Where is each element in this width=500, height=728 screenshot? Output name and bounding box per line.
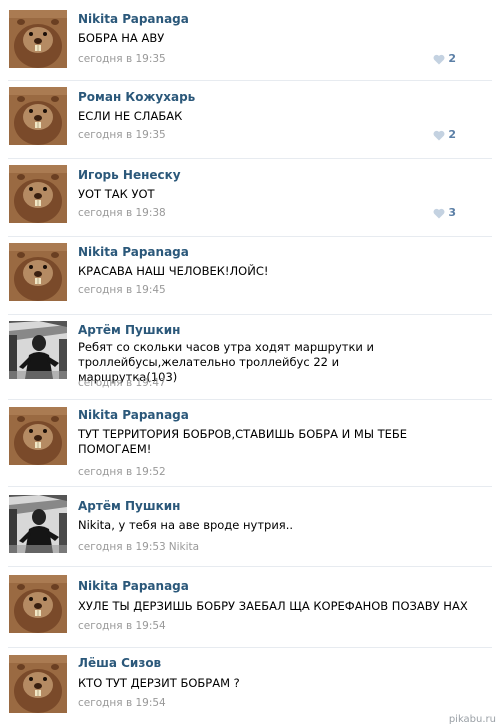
- bw-photo-avatar[interactable]: [9, 321, 67, 379]
- comment-text: Nikita, у тебя на аве вроде нутрия..: [78, 518, 294, 532]
- comment-text: БОБРА НА АВУ: [78, 31, 165, 45]
- comment-text: ТУТ ТЕРРИТОРИЯ БОБРОВ,СТАВИШЬ БОБРА И МЫ…: [78, 427, 408, 456]
- comment-time[interactable]: сегодня в 19:47: [78, 377, 166, 389]
- comment-timestamp[interactable]: сегодня в 19:53 Nikita: [78, 541, 199, 553]
- comment-item: Артём Пушкин Ребят со скольки часов утра…: [0, 315, 500, 399]
- comment-text: ХУЛЕ ТЫ ДЕРЗИШЬ БОБРУ ЗАЕБАЛ ЩА КОРЕФАНО…: [78, 599, 468, 613]
- comment-author[interactable]: Nikita Papanaga: [78, 408, 189, 422]
- comment-time[interactable]: сегодня в 19:53: [78, 541, 166, 553]
- beaver-avatar[interactable]: [9, 87, 67, 145]
- watermark: pikabu.ru: [448, 714, 496, 725]
- comment-author[interactable]: Артём Пушкин: [78, 499, 180, 513]
- comment-timestamp[interactable]: сегодня в 19:54: [78, 620, 166, 632]
- comment-author[interactable]: Игорь Ненеску: [78, 168, 181, 182]
- comment-text: УОТ ТАК УОТ: [78, 187, 155, 201]
- reply-to-link[interactable]: Nikita: [169, 541, 199, 553]
- beaver-avatar[interactable]: [9, 243, 67, 301]
- comment-item: Роман Кожухарь ЕСЛИ НЕ СЛАБАК сегодня в …: [0, 81, 500, 158]
- comment-timestamp[interactable]: сегодня в 19:45: [78, 284, 166, 296]
- comment-item: Лёша Сизов КТО ТУТ ДЕРЗИТ БОБРАМ ? сегод…: [0, 648, 500, 728]
- comment-time[interactable]: сегодня в 19:54: [78, 697, 166, 709]
- comment-time[interactable]: сегодня в 19:38: [78, 207, 166, 219]
- comment-timestamp[interactable]: сегодня в 19:38: [78, 207, 166, 219]
- comment-item: Артём Пушкин Nikita, у тебя на аве вроде…: [0, 487, 500, 566]
- comment-timestamp[interactable]: сегодня в 19:52: [78, 466, 166, 478]
- like-count: 2: [448, 128, 456, 141]
- comment-time[interactable]: сегодня в 19:45: [78, 284, 166, 296]
- like-button[interactable]: 3: [433, 206, 456, 219]
- comment-author[interactable]: Nikita Papanaga: [78, 579, 189, 593]
- comment-item: Nikita Papanaga ТУТ ТЕРРИТОРИЯ БОБРОВ,СТ…: [0, 400, 500, 486]
- bw-photo-avatar[interactable]: [9, 495, 67, 553]
- comment-timestamp[interactable]: сегодня в 19:54: [78, 697, 166, 709]
- like-count: 2: [448, 52, 456, 65]
- comment-time[interactable]: сегодня в 19:52: [78, 466, 166, 478]
- heart-icon: [433, 130, 445, 140]
- comment-author[interactable]: Артём Пушкин: [78, 323, 180, 337]
- heart-icon: [433, 208, 445, 218]
- like-button[interactable]: 2: [433, 52, 456, 65]
- comment-text: КРАСАВА НАШ ЧЕЛОВЕК!ЛОЙС!: [78, 264, 269, 278]
- comment-time[interactable]: сегодня в 19:35: [78, 129, 166, 141]
- comment-timestamp[interactable]: сегодня в 19:47: [78, 377, 166, 389]
- beaver-avatar[interactable]: [9, 575, 67, 633]
- beaver-avatar[interactable]: [9, 165, 67, 223]
- comment-author[interactable]: Nikita Papanaga: [78, 245, 189, 259]
- comment-text: ЕСЛИ НЕ СЛАБАК: [78, 109, 183, 123]
- heart-icon: [433, 54, 445, 64]
- like-count: 3: [448, 206, 456, 219]
- comment-item: Игорь Ненеску УОТ ТАК УОТ сегодня в 19:3…: [0, 159, 500, 236]
- comment-timestamp[interactable]: сегодня в 19:35: [78, 53, 166, 65]
- comment-item: Nikita Papanaga ХУЛЕ ТЫ ДЕРЗИШЬ БОБРУ ЗА…: [0, 567, 500, 647]
- comment-item: Nikita Papanaga БОБРА НА АВУ сегодня в 1…: [0, 0, 500, 80]
- comment-item: Nikita Papanaga КРАСАВА НАШ ЧЕЛОВЕК!ЛОЙС…: [0, 237, 500, 314]
- comment-time[interactable]: сегодня в 19:35: [78, 53, 166, 65]
- comment-text: КТО ТУТ ДЕРЗИТ БОБРАМ ?: [78, 676, 240, 690]
- beaver-avatar[interactable]: [9, 10, 67, 68]
- beaver-avatar[interactable]: [9, 407, 67, 465]
- like-button[interactable]: 2: [433, 128, 456, 141]
- comment-author[interactable]: Nikita Papanaga: [78, 12, 189, 26]
- comment-timestamp[interactable]: сегодня в 19:35: [78, 129, 166, 141]
- comment-time[interactable]: сегодня в 19:54: [78, 620, 166, 632]
- comment-author[interactable]: Роман Кожухарь: [78, 90, 195, 104]
- comment-author[interactable]: Лёша Сизов: [78, 656, 161, 670]
- beaver-avatar[interactable]: [9, 655, 67, 713]
